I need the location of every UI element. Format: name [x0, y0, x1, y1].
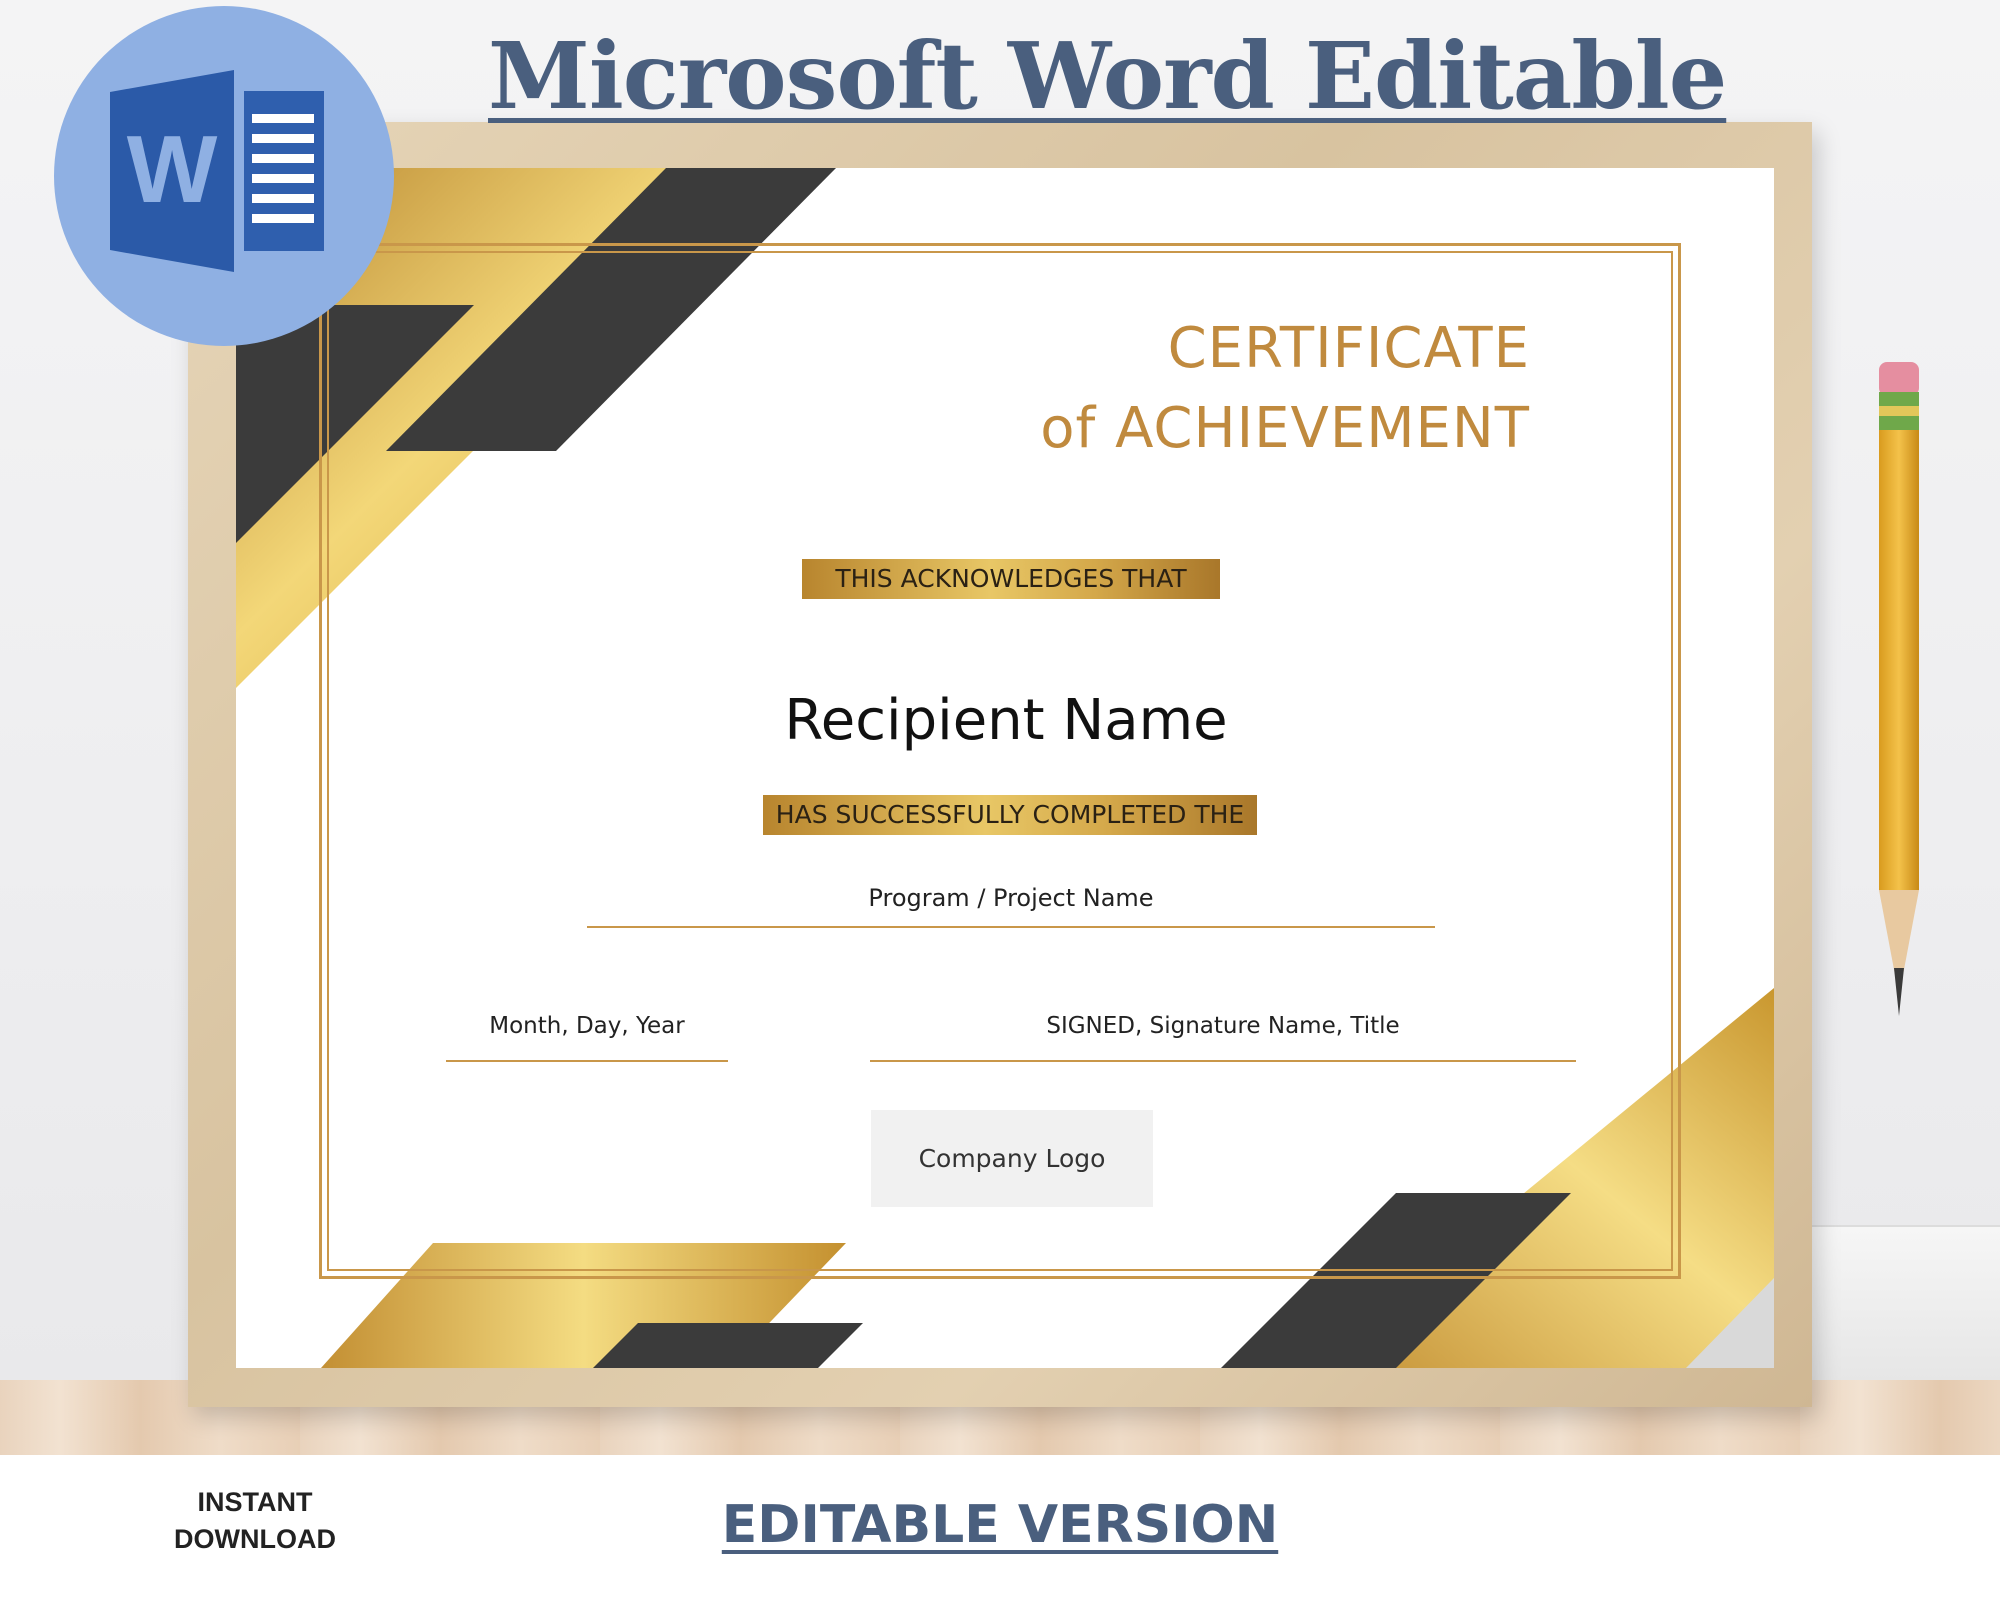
- signature-underline: [870, 1060, 1576, 1062]
- company-logo-placeholder: Company Logo: [871, 1110, 1153, 1207]
- certificate-subtitle: of ACHIEVEMENT: [1040, 396, 1530, 461]
- dark-stripe-bottom-left: [593, 1323, 863, 1368]
- certificate-title: CERTIFICATE: [1167, 316, 1530, 381]
- program-underline: [587, 926, 1435, 928]
- instant-download-label: INSTANT DOWNLOAD: [150, 1484, 360, 1558]
- completed-banner: HAS SUCCESSFULLY COMPLETED THE: [763, 795, 1257, 835]
- pencil-illustration: [1879, 362, 1919, 1016]
- instant-download-line1: INSTANT: [197, 1487, 313, 1517]
- acknowledges-banner: THIS ACKNOWLEDGES THAT: [802, 559, 1220, 599]
- page-heading: Microsoft Word Editable: [488, 22, 1727, 130]
- certificate-paper: CERTIFICATE of ACHIEVEMENT THIS ACKNOWLE…: [236, 168, 1774, 1368]
- word-icon-letter: W: [127, 116, 218, 223]
- microsoft-word-icon: W: [110, 70, 324, 272]
- recipient-name: Recipient Name: [784, 688, 1228, 753]
- date-field: Month, Day, Year: [489, 1013, 685, 1039]
- editable-version-label: EDITABLE VERSION: [721, 1495, 1279, 1555]
- date-underline: [446, 1060, 728, 1062]
- signature-field: SIGNED, Signature Name, Title: [1046, 1013, 1400, 1039]
- instant-download-line2: DOWNLOAD: [174, 1524, 336, 1554]
- program-name: Program / Project Name: [868, 884, 1154, 912]
